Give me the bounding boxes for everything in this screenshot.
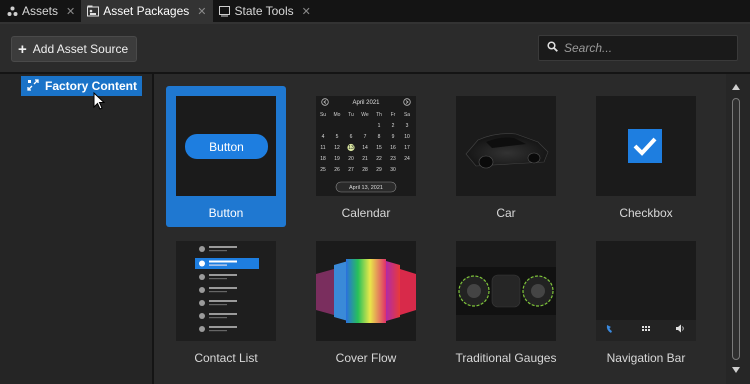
day-header: Su xyxy=(320,112,326,118)
day-header: Mo xyxy=(334,112,341,118)
tab-asset-packages[interactable]: Asset Packages ✕ xyxy=(81,0,213,22)
svg-text:22: 22 xyxy=(376,156,382,162)
close-icon[interactable]: ✕ xyxy=(302,5,311,18)
svg-text:30: 30 xyxy=(390,167,396,173)
asset-grid: Button Button April 2021 Su Mo Tu We Th … xyxy=(154,74,726,384)
asset-packages-icon xyxy=(87,5,100,17)
svg-text:11: 11 xyxy=(320,145,325,151)
car-thumbnail xyxy=(456,96,556,196)
asset-label: Traditional Gauges xyxy=(455,351,557,365)
checkbox-thumbnail xyxy=(596,96,696,196)
mouse-cursor-icon xyxy=(93,91,106,113)
svg-text:13: 13 xyxy=(348,145,354,151)
asset-label: Cover Flow xyxy=(335,351,397,365)
calendar-thumbnail: April 2021 Su Mo Tu We Th Fr Sa 123 4567… xyxy=(316,96,416,196)
asset-card-car[interactable]: Car xyxy=(446,86,566,227)
svg-text:23: 23 xyxy=(390,156,396,162)
factory-content-icon xyxy=(27,78,39,94)
tab-state-tools[interactable]: State Tools ✕ xyxy=(213,0,317,22)
asset-card-contact-list[interactable]: Contact List xyxy=(166,231,286,372)
svg-text:27: 27 xyxy=(348,167,354,173)
close-icon[interactable]: ✕ xyxy=(197,5,206,18)
day-header: Fr xyxy=(391,112,396,118)
svg-text:29: 29 xyxy=(376,167,382,173)
scrollbar-thumb[interactable] xyxy=(732,98,740,360)
tab-assets-label: Assets xyxy=(22,4,59,18)
svg-text:20: 20 xyxy=(348,156,354,162)
tab-asset-packages-label: Asset Packages xyxy=(103,4,190,18)
close-icon[interactable]: ✕ xyxy=(66,5,75,18)
scroll-up-icon[interactable] xyxy=(732,84,740,90)
tab-state-tools-label: State Tools xyxy=(234,4,294,18)
add-asset-source-label: Add Asset Source xyxy=(32,42,129,56)
tree-item-label: Factory Content xyxy=(45,79,138,93)
day-header: Th xyxy=(376,112,382,118)
asset-label: Car xyxy=(496,206,516,220)
asset-card-button[interactable]: Button Button xyxy=(166,86,286,227)
day-header: Tu xyxy=(348,112,354,118)
traditional-gauges-thumbnail xyxy=(456,241,556,341)
asset-card-cover-flow[interactable]: Cover Flow xyxy=(306,231,426,372)
svg-text:10: 10 xyxy=(404,134,410,140)
toolbar: + Add Asset Source xyxy=(0,22,750,72)
asset-card-traditional-gauges[interactable]: Traditional Gauges xyxy=(446,231,566,372)
svg-text:28: 28 xyxy=(362,167,368,173)
assets-icon xyxy=(6,5,18,17)
svg-text:19: 19 xyxy=(334,156,340,162)
tab-strip: Assets ✕ Asset Packages ✕ State Tools ✕ xyxy=(0,0,750,22)
asset-card-calendar[interactable]: April 2021 Su Mo Tu We Th Fr Sa 123 4567… xyxy=(306,86,426,227)
state-tools-icon xyxy=(219,5,231,17)
svg-text:3: 3 xyxy=(406,123,409,129)
svg-text:16: 16 xyxy=(390,145,396,151)
svg-text:17: 17 xyxy=(404,145,410,151)
button-preview: Button xyxy=(185,134,268,159)
asset-label: Navigation Bar xyxy=(606,351,686,365)
svg-text:12: 12 xyxy=(334,145,340,151)
cover-flow-thumbnail xyxy=(316,241,416,341)
vertical-scrollbar[interactable] xyxy=(726,74,750,384)
tab-assets[interactable]: Assets ✕ xyxy=(0,0,81,22)
asset-label: Contact List xyxy=(194,351,258,365)
calendar-selected-date: April 13, 2021 xyxy=(349,185,383,191)
day-header: Sa xyxy=(404,112,410,118)
checkbox-preview xyxy=(628,129,662,163)
svg-text:8: 8 xyxy=(378,134,381,140)
svg-text:7: 7 xyxy=(364,134,367,140)
checkmark-icon xyxy=(633,137,657,156)
svg-text:25: 25 xyxy=(320,167,326,173)
asset-card-checkbox[interactable]: Checkbox xyxy=(586,86,706,227)
button-thumbnail: Button xyxy=(176,96,276,196)
svg-text:14: 14 xyxy=(362,145,368,151)
calendar-month: April 2021 xyxy=(352,100,380,106)
asset-card-navigation-bar[interactable]: Navigation Bar xyxy=(586,231,706,372)
tree-item-factory-content[interactable]: Factory Content xyxy=(21,76,142,96)
add-asset-source-button[interactable]: + Add Asset Source xyxy=(11,36,138,62)
asset-label: Button xyxy=(208,206,244,220)
search-input[interactable] xyxy=(564,41,724,55)
day-header: We xyxy=(361,112,369,118)
asset-label: Checkbox xyxy=(619,206,673,220)
svg-text:15: 15 xyxy=(376,145,382,151)
svg-text:1: 1 xyxy=(378,123,381,129)
svg-text:5: 5 xyxy=(336,134,339,140)
contact-list-thumbnail xyxy=(176,241,276,341)
svg-text:21: 21 xyxy=(362,156,368,162)
search-icon xyxy=(547,41,558,55)
source-tree: Factory Content xyxy=(0,74,152,384)
svg-text:24: 24 xyxy=(404,156,410,162)
scroll-down-icon[interactable] xyxy=(732,367,740,373)
svg-text:18: 18 xyxy=(320,156,326,162)
car-icon xyxy=(456,96,556,196)
svg-text:4: 4 xyxy=(322,134,325,140)
search-box[interactable] xyxy=(538,35,738,61)
plus-icon: + xyxy=(18,40,27,58)
svg-text:9: 9 xyxy=(392,134,395,140)
navigation-bar-thumbnail xyxy=(596,241,696,341)
svg-text:2: 2 xyxy=(392,123,395,129)
asset-label: Calendar xyxy=(341,206,391,220)
svg-text:26: 26 xyxy=(334,167,340,173)
svg-text:6: 6 xyxy=(350,134,353,140)
